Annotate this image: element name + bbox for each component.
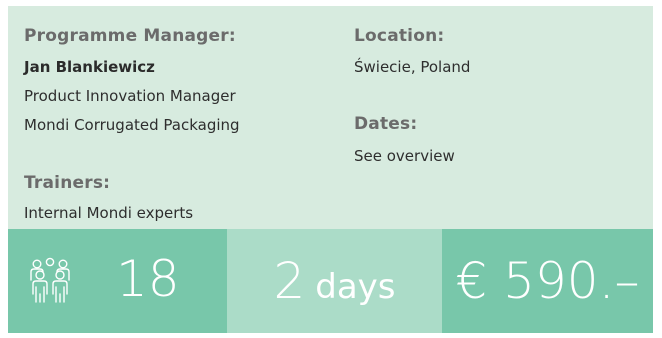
duration-tile: 2 days	[227, 229, 442, 333]
location-heading: Location:	[354, 26, 445, 46]
duration-value: 2	[273, 252, 306, 310]
people-group-icon	[30, 257, 70, 303]
programme-stats: 18 2 days € 590.–	[8, 229, 653, 333]
dates-value: See overview	[354, 147, 455, 165]
programme-manager-company: Mondi Corrugated Packaging	[24, 116, 240, 134]
programme-manager-name: Jan Blankiewicz	[24, 58, 155, 76]
trainers-value: Internal Mondi experts	[24, 204, 194, 222]
trainers-heading: Trainers:	[24, 173, 111, 193]
duration-unit: days	[315, 267, 396, 307]
participants-tile: 18	[8, 229, 227, 333]
price-tile: € 590.–	[442, 229, 653, 333]
programme-manager-role: Product Innovation Manager	[24, 87, 236, 105]
price-value: € 590.–	[455, 252, 640, 310]
participants-count: 18	[116, 250, 180, 308]
programme-manager-heading: Programme Manager:	[24, 26, 236, 46]
programme-info-card: Programme Manager: Jan Blankiewicz Produ…	[8, 6, 653, 229]
location-value: Świecie, Poland	[354, 58, 471, 76]
dates-heading: Dates:	[354, 114, 418, 134]
